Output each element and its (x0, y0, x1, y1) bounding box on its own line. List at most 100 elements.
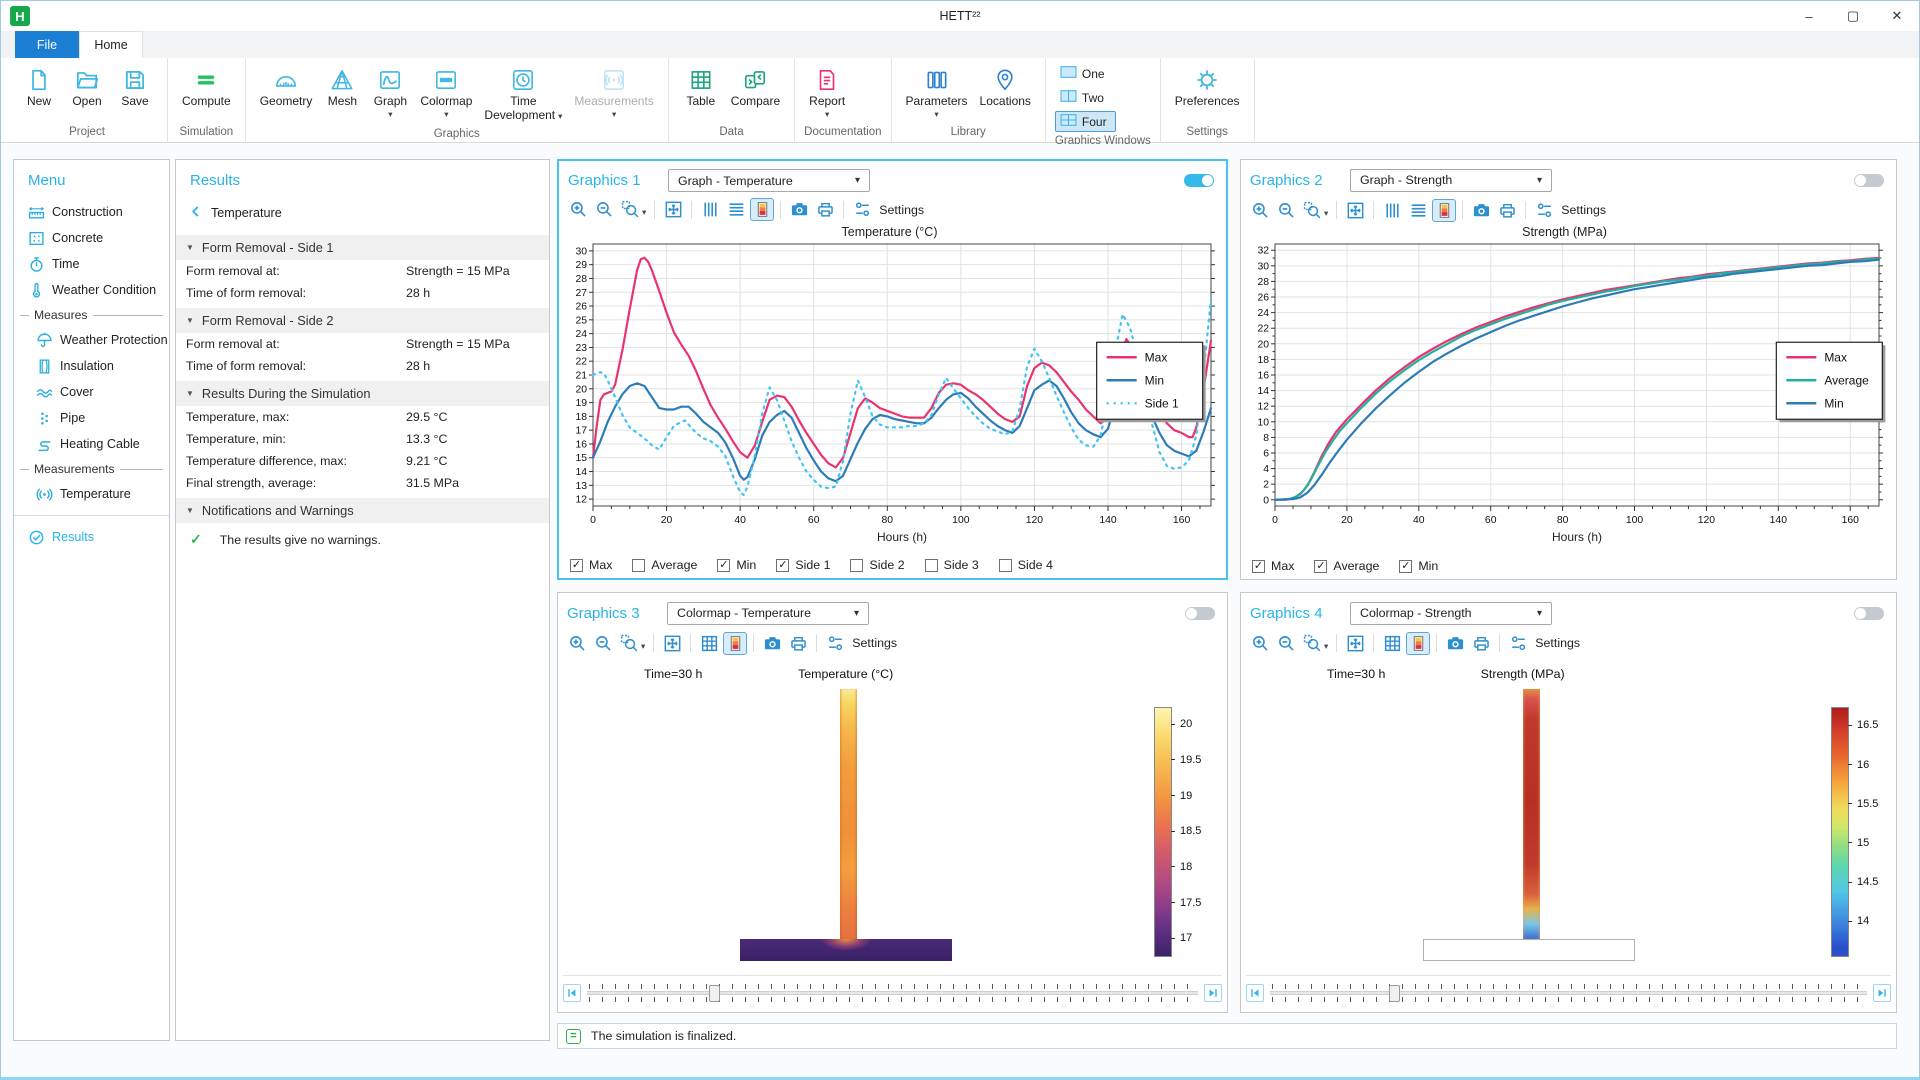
sidebar-item-results[interactable]: Results (14, 524, 169, 550)
sidebar-item-weather-condition[interactable]: Weather Condition (14, 277, 169, 303)
series-checkbox-average[interactable]: Average (632, 558, 697, 572)
back-link-temperature[interactable]: Temperature (176, 199, 549, 231)
graphics-1-toggle[interactable] (1184, 174, 1214, 187)
zoom-region-button[interactable] (618, 198, 642, 221)
graphics-3-view-select[interactable]: Colormap - Temperature ▾ (667, 602, 869, 625)
zoom-region-button[interactable] (1300, 632, 1324, 655)
sidebar-item-insulation[interactable]: Insulation (14, 353, 169, 379)
fit-view-button[interactable] (660, 632, 684, 655)
ribbon-button-four[interactable]: Four (1055, 111, 1116, 132)
ribbon-button-table[interactable]: Table (678, 63, 724, 111)
colorbar-button[interactable] (723, 632, 747, 655)
horizontal-grid-button[interactable] (724, 198, 748, 221)
settings-button[interactable] (1532, 199, 1556, 222)
section-header-results-during-the-simulation[interactable]: ▼Results During the Simulation (176, 381, 549, 406)
grid-map-button[interactable] (697, 632, 721, 655)
zoom-in-button[interactable] (565, 632, 589, 655)
sidebar-item-weather-protection[interactable]: Weather Protection (14, 327, 169, 353)
series-checkbox-max[interactable]: ✓Max (1252, 559, 1294, 573)
slider-track[interactable] (587, 991, 1198, 995)
series-checkbox-average[interactable]: ✓Average (1314, 559, 1379, 573)
camera-button[interactable] (1443, 632, 1467, 655)
printer-button[interactable] (786, 632, 810, 655)
zoom-out-button[interactable] (1274, 199, 1298, 222)
sidebar-item-temperature[interactable]: Temperature (14, 481, 169, 507)
graphics-2-plot[interactable]: 0204060801001201401600246810121416182022… (1241, 224, 1896, 553)
minimize-button[interactable]: – (1787, 1, 1831, 31)
grid-map-button[interactable] (1380, 632, 1404, 655)
fit-view-button[interactable] (661, 198, 685, 221)
maximize-button[interactable]: ▢ (1831, 1, 1875, 31)
series-checkbox-side-1[interactable]: ✓Side 1 (776, 558, 830, 572)
zoom-in-button[interactable] (1248, 632, 1272, 655)
ribbon-button-open[interactable]: Open (64, 63, 110, 111)
graphics-4-colormap[interactable]: Time=30 h Strength (MPa) 16.51615.51514.… (1241, 657, 1896, 1012)
step-back-button[interactable] (563, 984, 581, 1002)
step-forward-button[interactable] (1204, 984, 1222, 1002)
fit-view-button[interactable] (1343, 632, 1367, 655)
zoom-out-button[interactable] (591, 632, 615, 655)
sidebar-item-construction[interactable]: Construction (14, 199, 169, 225)
camera-button[interactable] (787, 198, 811, 221)
sidebar-item-time[interactable]: Time (14, 251, 169, 277)
vertical-grid-button[interactable] (1380, 199, 1404, 222)
ribbon-button-parameters[interactable]: Parameters▾ (901, 63, 973, 121)
vertical-grid-button[interactable] (698, 198, 722, 221)
section-header-notifications-and-warnings[interactable]: ▼Notifications and Warnings (176, 498, 549, 523)
graphics-3-colormap[interactable]: Time=30 h Temperature (°C) 2019.51918.51… (558, 657, 1227, 1012)
camera-button[interactable] (1469, 199, 1493, 222)
step-back-button[interactable] (1246, 984, 1264, 1002)
ribbon-button-new[interactable]: New (16, 63, 62, 111)
slider-thumb[interactable] (709, 985, 720, 1002)
printer-button[interactable] (1495, 199, 1519, 222)
graphics-2-view-select[interactable]: Graph - Strength ▾ (1350, 169, 1552, 192)
camera-button[interactable] (760, 632, 784, 655)
ribbon-button-geometry[interactable]: Geometry (255, 63, 318, 111)
fit-view-button[interactable] (1343, 199, 1367, 222)
ribbon-button-compute[interactable]: Compute (177, 63, 236, 111)
ribbon-button-graph[interactable]: Graph▾ (367, 63, 413, 121)
settings-button[interactable] (850, 198, 874, 221)
ribbon-button-colormap[interactable]: Colormap▾ (415, 63, 477, 121)
graphics-2-toggle[interactable] (1854, 174, 1884, 187)
ribbon-button-time-development[interactable]: Time Development▾ (479, 63, 567, 125)
close-button[interactable]: ✕ (1875, 1, 1919, 31)
colorbar-button[interactable] (1406, 632, 1430, 655)
ribbon-button-save[interactable]: Save (112, 63, 158, 111)
sidebar-item-cover[interactable]: Cover (14, 379, 169, 405)
graphics-3-toggle[interactable] (1185, 607, 1215, 620)
printer-button[interactable] (813, 198, 837, 221)
zoom-in-button[interactable] (566, 198, 590, 221)
slider-track[interactable] (1270, 991, 1867, 995)
graphics-4-view-select[interactable]: Colormap - Strength ▾ (1350, 602, 1552, 625)
section-header-form-removal-side-2[interactable]: ▼Form Removal - Side 2 (176, 308, 549, 333)
tab-file[interactable]: File (15, 31, 79, 58)
zoom-region-button[interactable] (1300, 199, 1324, 222)
sidebar-item-heating-cable[interactable]: Heating Cable (14, 431, 169, 457)
series-checkbox-side-2[interactable]: Side 2 (850, 558, 904, 572)
step-forward-button[interactable] (1873, 984, 1891, 1002)
series-checkbox-side-4[interactable]: Side 4 (999, 558, 1053, 572)
ribbon-button-preferences[interactable]: Preferences (1170, 63, 1245, 111)
ribbon-button-locations[interactable]: Locations (975, 63, 1036, 111)
series-checkbox-min[interactable]: ✓Min (717, 558, 756, 572)
series-checkbox-max[interactable]: ✓Max (570, 558, 612, 572)
ribbon-button-compare[interactable]: Compare (726, 63, 785, 111)
zoom-out-button[interactable] (1274, 632, 1298, 655)
sidebar-item-concrete[interactable]: Concrete (14, 225, 169, 251)
printer-button[interactable] (1469, 632, 1493, 655)
sidebar-item-pipe[interactable]: Pipe (14, 405, 169, 431)
colorbar-button[interactable] (750, 198, 774, 221)
zoom-region-button[interactable] (617, 632, 641, 655)
zoom-in-button[interactable] (1248, 199, 1272, 222)
series-checkbox-side-3[interactable]: Side 3 (925, 558, 979, 572)
colorbar-button[interactable] (1432, 199, 1456, 222)
settings-button[interactable] (823, 632, 847, 655)
ribbon-button-two[interactable]: Two (1055, 87, 1116, 108)
zoom-out-button[interactable] (592, 198, 616, 221)
graphics-4-toggle[interactable] (1854, 607, 1884, 620)
slider-thumb[interactable] (1389, 985, 1400, 1002)
settings-button[interactable] (1506, 632, 1530, 655)
graphics-1-plot[interactable]: 0204060801001201401601213141516171819202… (559, 224, 1226, 553)
ribbon-button-mesh[interactable]: Mesh (319, 63, 365, 111)
